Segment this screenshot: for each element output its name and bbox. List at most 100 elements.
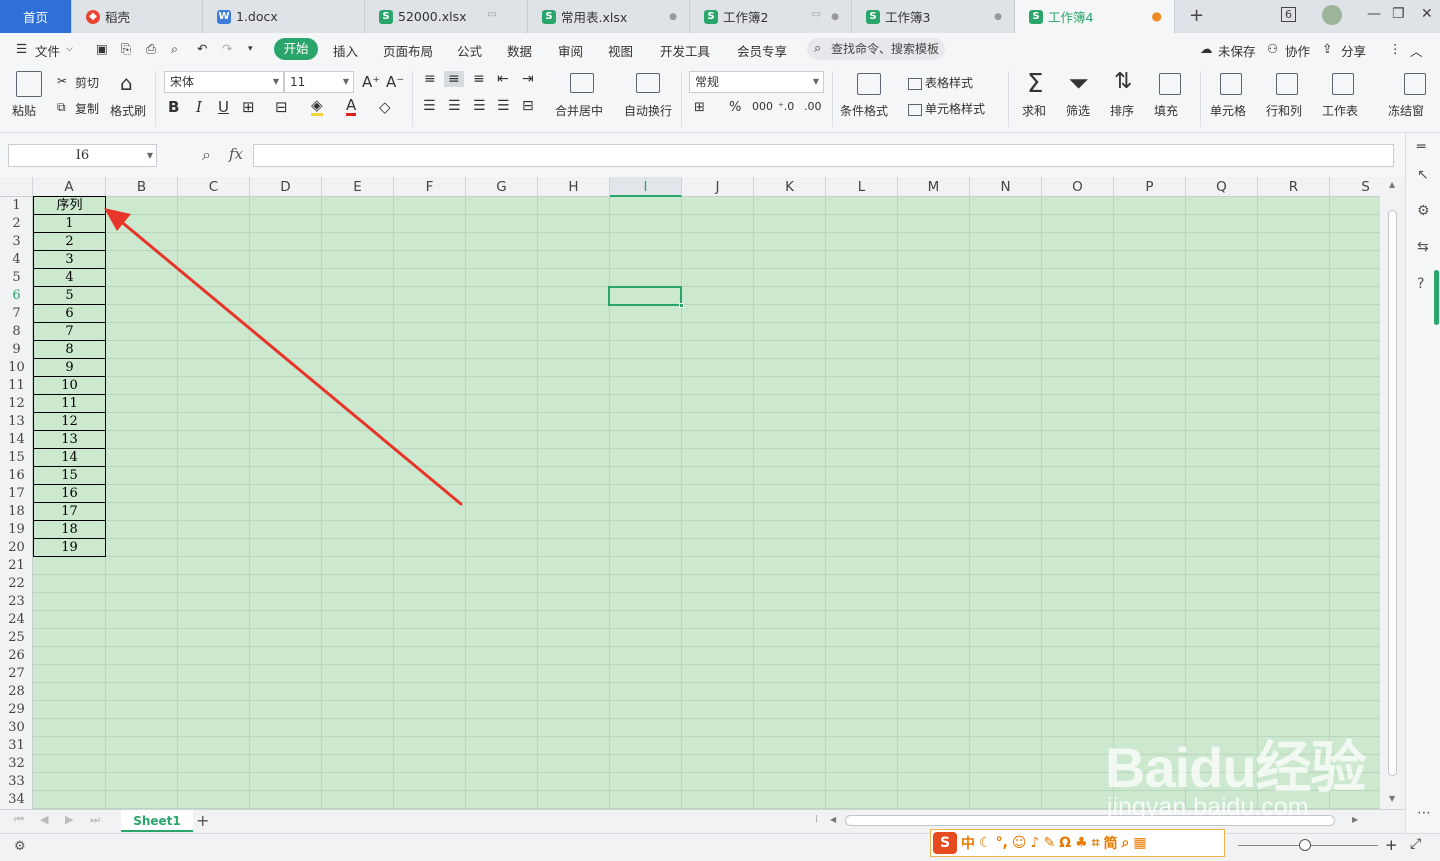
scroll-down-icon[interactable]: ▼ [1389, 794, 1395, 803]
worksheet-icon[interactable] [1332, 73, 1354, 95]
copy-button[interactable]: 复制 [75, 100, 99, 117]
scroll-left-icon[interactable]: ◀ [830, 815, 836, 824]
data-cell[interactable]: 17 [33, 503, 106, 521]
align-left-icon[interactable]: ☰ [423, 98, 436, 114]
export-icon[interactable]: ⎘ [121, 41, 131, 57]
tab-workbook2[interactable]: S 工作簿2 ▭ ● [690, 0, 852, 33]
merge-center-icon[interactable] [570, 73, 594, 93]
paste-button[interactable]: 粘贴 [12, 102, 36, 119]
font-name-select[interactable]: 宋体 ▼ [164, 71, 284, 93]
fill-pattern-icon[interactable]: ⊟ [275, 98, 288, 116]
unsaved-status[interactable]: 未保存 [1218, 41, 1256, 60]
row-header[interactable]: 28 [0, 683, 33, 701]
hamburger-icon[interactable]: ☰ [16, 41, 27, 56]
properties-icon[interactable]: ⚙ [1417, 203, 1430, 219]
minimize-icon[interactable]: — [1367, 6, 1381, 22]
row-header[interactable]: 31 [0, 737, 33, 755]
chevron-down-icon[interactable]: ⌵ [66, 44, 73, 54]
close-icon[interactable]: ✕ [1421, 6, 1433, 22]
print-preview-icon[interactable]: ⌕ [171, 41, 178, 57]
row-header[interactable]: 29 [0, 701, 33, 719]
ime-simplified[interactable]: 简 [1104, 833, 1118, 853]
align-bottom-icon[interactable]: ≡ [473, 71, 485, 87]
help-icon[interactable]: ? [1417, 276, 1424, 292]
ime-toolbar[interactable]: S 中 ☾ °, ☺ ♪ ✎ Ω ♣ ⌗ 简 ⌕ ▦ [930, 829, 1225, 857]
font-color-icon[interactable]: A [346, 98, 357, 116]
column-header[interactable]: N [970, 177, 1042, 197]
redo-icon[interactable]: ↷ [222, 41, 232, 56]
underline-icon[interactable]: U [218, 98, 229, 116]
row-header[interactable]: 9 [0, 341, 33, 359]
command-search-box[interactable]: ⌕ 查找命令、搜索模板 [807, 38, 945, 60]
macro-icon[interactable]: ⚙ [14, 839, 26, 854]
format-painter-icon[interactable]: ⌂ [120, 71, 133, 95]
row-header[interactable]: 8 [0, 323, 33, 341]
undo-icon[interactable]: ↶ [197, 41, 207, 56]
data-cell[interactable]: 10 [33, 377, 106, 395]
menu-data[interactable]: 数据 [507, 41, 532, 60]
window-count-badge[interactable]: 6 [1281, 7, 1296, 22]
more-menu-icon[interactable]: ⋮ [1389, 41, 1402, 56]
tab-workbook3[interactable]: S 工作簿3 ● [852, 0, 1015, 33]
moon-icon[interactable]: ☾ [979, 835, 992, 851]
conditional-format-button[interactable]: 条件格式 [840, 102, 888, 119]
menu-insert[interactable]: 插入 [333, 41, 358, 60]
row-header[interactable]: 17 [0, 485, 33, 503]
number-format-select[interactable]: 常规 ▼ [689, 71, 824, 93]
column-header[interactable]: B [106, 177, 178, 197]
row-header[interactable]: 20 [0, 539, 33, 557]
data-cell[interactable]: 18 [33, 521, 106, 539]
merge-center-button[interactable]: 合并居中 [555, 102, 603, 119]
fill-handle[interactable] [679, 303, 684, 308]
ime-chinese-mode[interactable]: 中 [961, 833, 975, 853]
row-header[interactable]: 1 [0, 197, 33, 215]
currency-icon[interactable]: ⊞ [694, 100, 705, 115]
column-header[interactable]: L [826, 177, 898, 197]
data-cell[interactable]: 19 [33, 539, 106, 557]
add-sheet-button[interactable]: + [196, 811, 209, 830]
shirt-icon[interactable]: ♣ [1075, 835, 1088, 851]
cell-style-button[interactable]: 单元格样式 [925, 102, 985, 116]
format-painter-button[interactable]: 格式刷 [110, 102, 146, 119]
menu-developer[interactable]: 开发工具 [660, 41, 710, 60]
row-header[interactable]: 19 [0, 521, 33, 539]
scroll-right-icon[interactable]: ▶ [1352, 815, 1358, 824]
sort-icon[interactable]: ⇅ [1114, 69, 1132, 94]
cut-icon[interactable]: ✂ [57, 74, 67, 88]
menu-member[interactable]: 会员专享 [737, 41, 787, 60]
percent-icon[interactable]: % [729, 100, 741, 115]
restore-icon[interactable]: ❐ [1392, 6, 1405, 22]
menu-view[interactable]: 视图 [608, 41, 633, 60]
row-header[interactable]: 16 [0, 467, 33, 485]
column-header[interactable]: O [1042, 177, 1114, 197]
column-header[interactable]: P [1114, 177, 1186, 197]
thousands-icon[interactable]: 000 [752, 100, 773, 113]
row-header[interactable]: 32 [0, 755, 33, 773]
data-cell[interactable]: 4 [33, 269, 106, 287]
tab-1-docx[interactable]: W 1.docx [203, 0, 365, 33]
collapse-ribbon-icon[interactable]: ︿ [1410, 41, 1423, 60]
next-sheet-icon[interactable]: ▶ [65, 813, 73, 826]
crop-icon[interactable]: ⌗ [1092, 835, 1100, 851]
row-header[interactable]: 21 [0, 557, 33, 575]
data-cell[interactable]: 1 [33, 215, 106, 233]
data-cell[interactable]: 6 [33, 305, 106, 323]
row-header[interactable]: 27 [0, 665, 33, 683]
row-header[interactable]: 12 [0, 395, 33, 413]
collab-button[interactable]: 协作 [1285, 41, 1310, 60]
last-sheet-icon[interactable]: ⏭ [90, 813, 100, 827]
align-center-icon[interactable]: ☰ [448, 98, 461, 114]
decrease-indent-icon[interactable]: ⇤ [497, 71, 509, 87]
column-header[interactable]: R [1258, 177, 1330, 197]
sheet-tab-sheet1[interactable]: Sheet1 [121, 810, 193, 832]
tab-changyongbiao-xlsx[interactable]: S 常用表.xlsx ● [528, 0, 690, 33]
mic-icon[interactable]: ♪ [1031, 835, 1040, 851]
distribute-icon[interactable]: ⊟ [522, 98, 534, 114]
freeze-panes-button[interactable]: 冻结窗 [1388, 102, 1424, 119]
decrease-font-icon[interactable]: A⁻ [386, 73, 404, 91]
row-header[interactable]: 18 [0, 503, 33, 521]
row-header[interactable]: 22 [0, 575, 33, 593]
worksheet-grid[interactable]: ABCDEFGHIJKLMNOPQRS 1 2 3 4 5 6 7 8 9 10 11 12 13 14 1… [0, 177, 1380, 809]
data-cell[interactable]: 14 [33, 449, 106, 467]
save-icon[interactable]: ▣ [96, 41, 108, 56]
